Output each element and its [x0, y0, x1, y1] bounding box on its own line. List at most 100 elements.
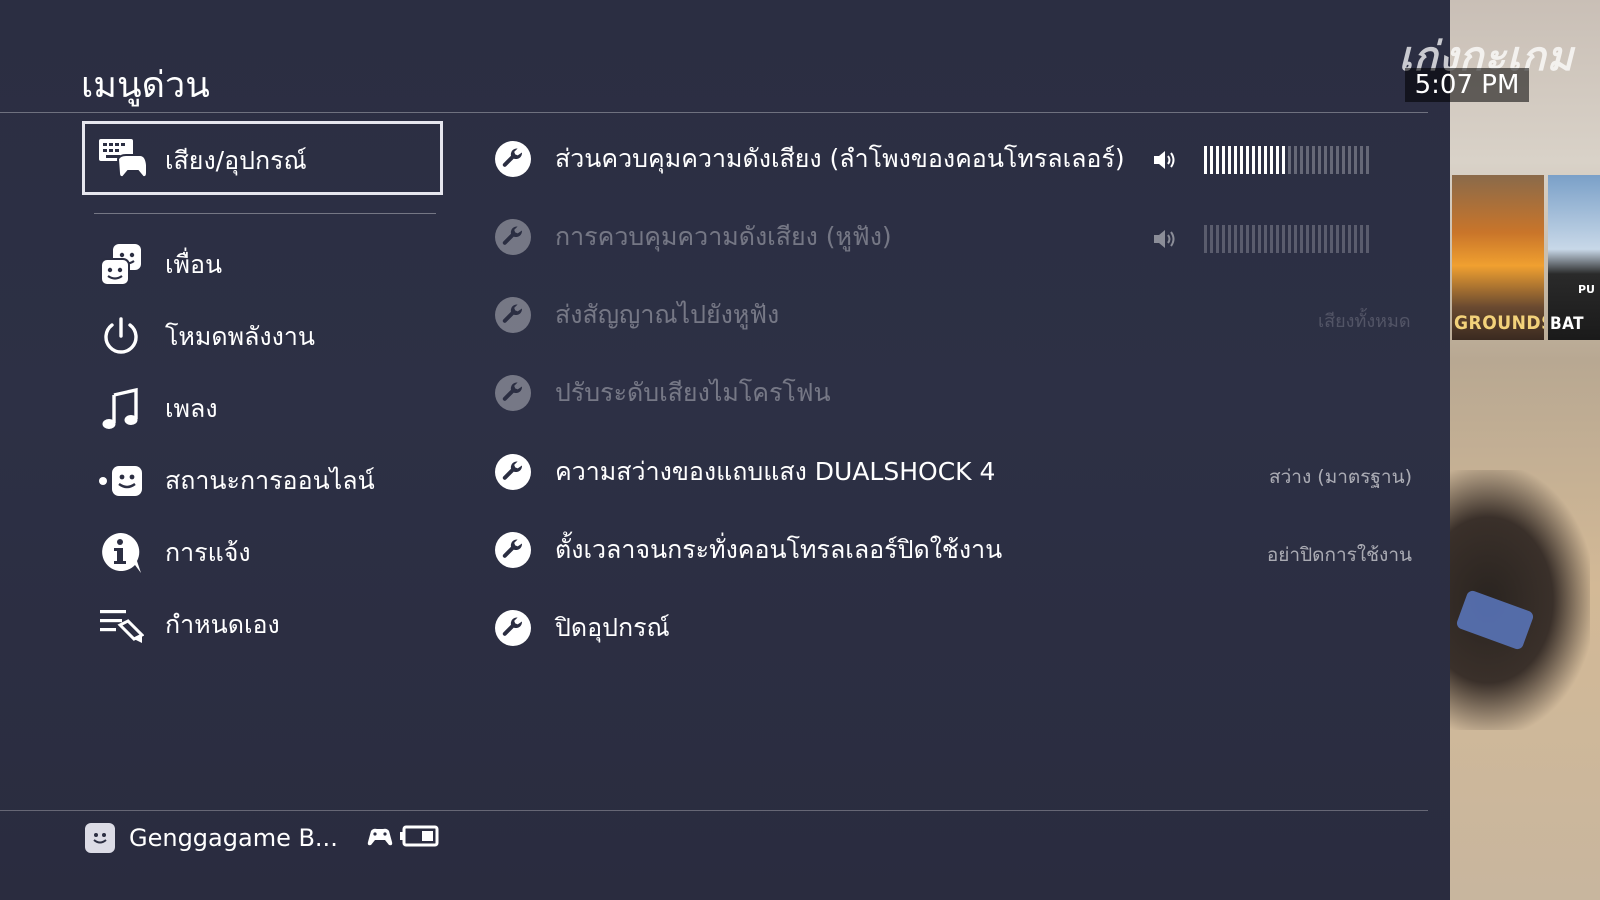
volume-tick — [1288, 225, 1291, 253]
volume-tick — [1324, 146, 1327, 174]
wrench-icon — [495, 219, 531, 255]
option-value-auto-off: อย่าปิดการใช้งาน — [1266, 544, 1412, 566]
menu-item-music[interactable]: เพลง — [97, 384, 218, 434]
volume-tick — [1222, 225, 1225, 253]
volume-tick — [1258, 146, 1261, 174]
volume-tick — [1336, 225, 1339, 253]
volume-tick — [1282, 146, 1285, 174]
background-ghost-label: เสียงทั้งหมด — [1318, 311, 1411, 332]
volume-tick — [1312, 225, 1315, 253]
volume-tick — [1300, 146, 1303, 174]
menu-item-label: เพื่อน — [165, 250, 223, 279]
volume-tick — [1240, 225, 1243, 253]
volume-tick — [1312, 146, 1315, 174]
menu-item-notifications[interactable]: การแจ้ง — [97, 528, 251, 578]
volume-tick — [1366, 146, 1369, 174]
volume-tick — [1360, 146, 1363, 174]
game-tile-label: BAT — [1550, 314, 1585, 334]
menu-item-customize[interactable]: กำหนดเอง — [97, 600, 280, 650]
volume-tick — [1348, 225, 1351, 253]
volume-tick — [1228, 146, 1231, 174]
volume-tick — [1354, 225, 1357, 253]
volume-tick — [1324, 225, 1327, 253]
volume-tick — [1306, 225, 1309, 253]
volume-tick — [1336, 146, 1339, 174]
volume-tick — [1252, 225, 1255, 253]
volume-tick — [1270, 225, 1273, 253]
option-controller-speaker-volume[interactable]: ส่วนควบคุมความดังเสียง (ลำโพงของคอนโทรลเ… — [495, 137, 1125, 181]
volume-tick — [1216, 225, 1219, 253]
menu-item-sound-devices[interactable]: เสียง/อุปกรณ์ — [82, 121, 443, 195]
page-title: เมนูด่วน — [81, 65, 210, 106]
volume-tick — [1276, 225, 1279, 253]
wrench-icon — [495, 454, 531, 490]
customize-icon — [97, 601, 145, 649]
music-note-icon — [97, 385, 145, 433]
volume-tick — [1318, 225, 1321, 253]
header-divider — [0, 112, 1428, 113]
option-label: ปิดอุปกรณ์ — [555, 613, 670, 642]
option-light-bar-brightness[interactable]: ความสว่างของแถบแสง DUALSHOCK 4 — [495, 450, 995, 494]
speaker-icon — [1152, 149, 1178, 171]
keyboard-controller-icon — [98, 135, 148, 181]
quick-menu-screen: GROUNDS PU BAT เก่งกะเกม 5:07 PM เมนูด่ว… — [0, 0, 1600, 900]
online-status-icon — [97, 457, 145, 505]
volume-tick — [1246, 146, 1249, 174]
volume-tick — [1246, 225, 1249, 253]
volume-tick — [1210, 146, 1213, 174]
volume-tick — [1204, 146, 1207, 174]
option-value-light-bar: สว่าง (มาตรฐาน) — [1269, 466, 1412, 488]
game-tile-battlegrounds[interactable]: PU BAT — [1548, 175, 1600, 340]
volume-tick — [1228, 225, 1231, 253]
volume-tick — [1348, 146, 1351, 174]
volume-tick — [1288, 146, 1291, 174]
volume-tick — [1360, 225, 1363, 253]
background-game-art — [1450, 0, 1600, 900]
volume-tick — [1318, 146, 1321, 174]
volume-slider-controller-speaker[interactable] — [1204, 146, 1369, 174]
wrench-icon — [495, 375, 531, 411]
volume-tick — [1204, 225, 1207, 253]
friends-icon — [97, 241, 145, 289]
menu-item-label: การแจ้ง — [165, 538, 251, 567]
menu-item-label: เสียง/อุปกรณ์ — [165, 146, 307, 175]
wrench-icon — [495, 532, 531, 568]
clock: 5:07 PM — [1405, 68, 1529, 102]
user-profile[interactable]: Genggagame B... — [85, 820, 338, 856]
volume-tick — [1234, 225, 1237, 253]
volume-tick — [1342, 146, 1345, 174]
menu-divider — [94, 213, 436, 214]
volume-tick — [1330, 146, 1333, 174]
volume-tick — [1222, 146, 1225, 174]
menu-item-friends[interactable]: เพื่อน — [97, 240, 222, 290]
menu-item-label: โหมดพลังงาน — [165, 322, 315, 351]
volume-tick — [1294, 225, 1297, 253]
option-label: ความสว่างของแถบแสง DUALSHOCK 4 — [555, 457, 996, 486]
option-microphone-level: ปรับระดับเสียงไมโครโฟน — [495, 371, 831, 415]
volume-tick — [1306, 146, 1309, 174]
volume-tick — [1258, 225, 1261, 253]
username: Genggagame B... — [129, 824, 338, 852]
volume-tick — [1366, 225, 1369, 253]
option-turn-off-device[interactable]: ปิดอุปกรณ์ — [495, 606, 670, 650]
wrench-icon — [495, 297, 531, 333]
volume-tick — [1342, 225, 1345, 253]
option-label: ส่วนควบคุมความดังเสียง (ลำโพงของคอนโทรลเ… — [555, 144, 1125, 173]
volume-tick — [1216, 146, 1219, 174]
option-controller-auto-off[interactable]: ตั้งเวลาจนกระทั่งคอนโทรลเลอร์ปิดใช้งาน — [495, 528, 1002, 572]
volume-tick — [1210, 225, 1213, 253]
game-tile-label: GROUNDS — [1454, 312, 1544, 334]
gamepad-icon — [367, 826, 393, 848]
menu-item-online-status[interactable]: สถานะการออนไลน์ — [97, 456, 375, 506]
volume-tick — [1354, 146, 1357, 174]
volume-tick — [1300, 225, 1303, 253]
power-icon — [97, 313, 145, 361]
volume-tick — [1294, 146, 1297, 174]
menu-item-power-mode[interactable]: โหมดพลังงาน — [97, 312, 315, 362]
menu-item-label: กำหนดเอง — [165, 610, 280, 639]
option-label: ปรับระดับเสียงไมโครโฟน — [555, 378, 831, 407]
avatar — [85, 823, 115, 853]
volume-tick — [1240, 146, 1243, 174]
game-tile-pubg[interactable]: GROUNDS — [1452, 175, 1544, 340]
speaker-icon — [1152, 228, 1178, 250]
